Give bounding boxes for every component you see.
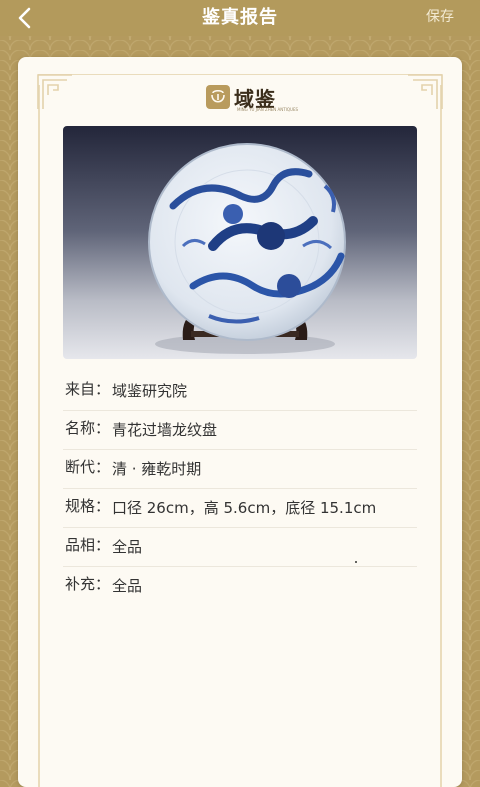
logo-badge-icon: [206, 85, 230, 109]
detail-row-dating: 断代： 清 · 雍乾时期: [63, 450, 417, 489]
detail-value: 青花过墙龙纹盘: [112, 421, 218, 439]
logo-tagline: MING YU JIAN ZHEN ANTIQUES: [237, 107, 299, 112]
detail-label: 规格：: [65, 497, 111, 515]
detail-value: 口径 26cm，高 5.6cm，底径 15.1cm: [112, 499, 377, 517]
corner-ornament-icon: [408, 74, 443, 109]
brand-logo: 域鉴 MING YU JIAN ZHEN ANTIQUES: [206, 85, 298, 113]
detail-value: 全品: [112, 538, 143, 556]
detail-label: 名称：: [65, 419, 111, 437]
save-button[interactable]: 保存: [426, 0, 454, 34]
item-photo: [63, 126, 417, 359]
corner-ornament-icon: [37, 74, 72, 109]
report-card: 域鉴 MING YU JIAN ZHEN ANTIQUES 来自： 域鉴研究院 …: [18, 57, 462, 787]
detail-value: 全品: [112, 577, 143, 595]
page-title: 鉴真报告: [202, 7, 278, 28]
frame-right-line: [440, 85, 442, 787]
blue-and-white-dragon-plate-icon: [63, 126, 417, 359]
details-list: 来自： 域鉴研究院 名称： 青花过墙龙纹盘 断代： 清 · 雍乾时期 规格： 口…: [63, 372, 417, 605]
frame-top-line: [38, 74, 442, 75]
top-nav-bar: 鉴真报告 保存: [0, 0, 480, 36]
detail-label: 来自：: [65, 380, 111, 398]
detail-label: 补充：: [65, 575, 111, 593]
detail-value: 域鉴研究院: [112, 382, 188, 400]
frame-left-line: [38, 85, 40, 787]
detail-label: 断代：: [65, 458, 111, 476]
detail-row-notes: 补充： 全品: [63, 567, 417, 605]
detail-label: 品相：: [65, 536, 111, 554]
detail-row-source: 来自： 域鉴研究院: [63, 372, 417, 411]
detail-row-condition: 品相： 全品: [63, 528, 417, 567]
detail-value: 清 · 雍乾时期: [112, 460, 202, 478]
detail-row-size: 规格： 口径 26cm，高 5.6cm，底径 15.1cm: [63, 489, 417, 528]
detail-row-name: 名称： 青花过墙龙纹盘: [63, 411, 417, 450]
stray-dot: [355, 561, 357, 563]
